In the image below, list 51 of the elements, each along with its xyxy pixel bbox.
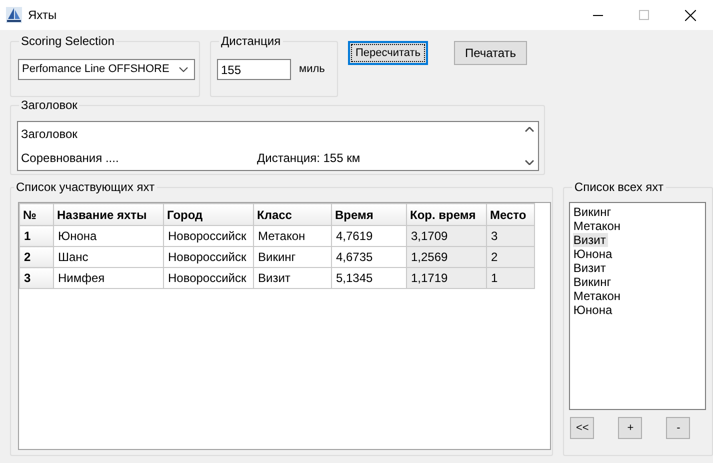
list-item[interactable]: Юнона xyxy=(573,303,614,317)
text-line: Заголовок xyxy=(21,126,78,143)
column-header[interactable]: Название яхты xyxy=(54,204,164,226)
table-cell: 2 xyxy=(486,246,534,268)
action-button[interactable]: Печатать xyxy=(454,41,527,65)
row-number: 1 xyxy=(20,226,54,246)
table-cell: 1 xyxy=(486,268,534,288)
dropdown-value: Perfomance Line OFFSHORE xyxy=(22,62,170,78)
column-header[interactable]: Класс xyxy=(254,204,332,226)
column-header[interactable]: Место xyxy=(486,204,534,226)
table-cell: Визит xyxy=(254,268,332,288)
distance-input[interactable]: 155 xyxy=(217,59,291,80)
action-button[interactable]: Пересчитать xyxy=(348,41,428,65)
row-number: 3 xyxy=(20,268,54,288)
table-cell: Шанс xyxy=(54,246,164,268)
column-header[interactable]: Город xyxy=(164,204,254,226)
list-item[interactable]: Викинг xyxy=(573,205,614,219)
table-cell: Метакон xyxy=(254,226,332,246)
table-cell: 1,1719 xyxy=(406,268,486,288)
table-cell: Нимфея xyxy=(54,268,164,288)
column-header[interactable]: Время xyxy=(332,204,406,226)
table-cell: 3,1709 xyxy=(406,226,486,246)
column-header[interactable]: № xyxy=(20,204,54,226)
header-textarea[interactable]: Заголовок Соревнования .... Дистанция: 155 км xyxy=(17,121,539,171)
list-item[interactable]: Юнона xyxy=(573,247,614,261)
scoring-dropdown[interactable]: Perfomance Line OFFSHORE xyxy=(18,59,195,80)
list-item[interactable]: Визит xyxy=(573,261,608,275)
row-number: 2 xyxy=(20,246,54,268)
list-item[interactable]: Метакон xyxy=(573,289,623,303)
table-cell: 4,7619 xyxy=(332,226,406,246)
list-item[interactable]: Метакон xyxy=(573,219,623,233)
table-cell: Юнона xyxy=(54,226,164,246)
window-title: Яхты xyxy=(28,7,57,24)
table-cell: 4,6735 xyxy=(332,246,406,268)
list-item[interactable]: Визит xyxy=(573,233,608,247)
list-button[interactable]: << xyxy=(570,417,594,439)
text-line: Дистанция: 155 км xyxy=(257,150,360,167)
list-button[interactable]: + xyxy=(618,417,642,439)
table-cell: 1,2569 xyxy=(406,246,486,268)
text-line: Соревнования .... xyxy=(21,150,120,167)
list-item[interactable]: Викинг xyxy=(573,275,614,289)
table-cell: 5,1345 xyxy=(332,268,406,288)
table-cell: Викинг xyxy=(254,246,332,268)
list-button[interactable]: - xyxy=(666,417,690,439)
table-cell: Новороссийск xyxy=(164,268,254,288)
table-cell: Новороссийск xyxy=(164,246,254,268)
table-cell: 3 xyxy=(486,226,534,246)
unit-label: миль xyxy=(299,62,325,77)
table-cell: Новороссийск xyxy=(164,226,254,246)
column-header[interactable]: Кор. время xyxy=(406,204,486,226)
group-legend: Scoring Selection xyxy=(19,33,116,49)
